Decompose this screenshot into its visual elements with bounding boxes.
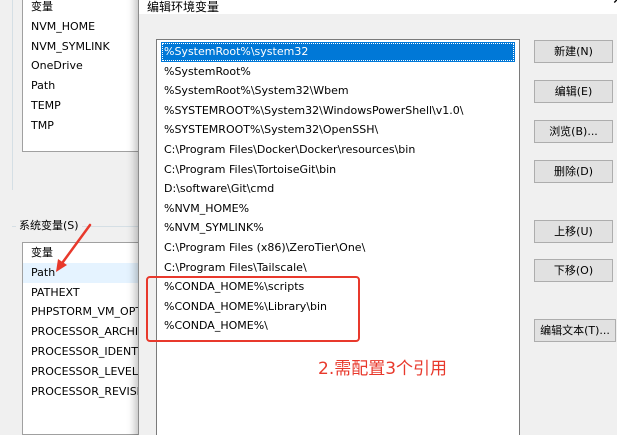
move-down-button[interactable]: 下移(O) (534, 259, 613, 282)
path-entry[interactable]: D:\software\Git\cmd (161, 179, 515, 199)
path-entry-selected[interactable]: %SystemRoot%\system32 (161, 42, 515, 62)
annotation-arrow-icon (56, 223, 92, 272)
edit-text-button[interactable]: 编辑文本(T)... (534, 319, 616, 342)
new-button[interactable]: 新建(N) (534, 40, 613, 63)
path-entry[interactable]: C:\Program Files\Tailscale\ (161, 258, 515, 278)
path-entry[interactable]: C:\Program Files (x86)\ZeroTier\One\ (161, 238, 515, 258)
close-icon[interactable]: ✕ (612, 0, 617, 8)
path-entry[interactable]: %SystemRoot% (161, 62, 515, 82)
annotation-note: 2.需配置3个引用 (318, 359, 448, 379)
dialog-titlebar[interactable]: 编辑环境变量 ✕ (139, 0, 617, 14)
conda-paths-highlight (146, 276, 360, 342)
path-entry[interactable]: C:\Program Files\TortoiseGit\bin (161, 160, 515, 180)
path-entry[interactable]: %SystemRoot%\System32\Wbem (161, 81, 515, 101)
path-entry[interactable]: %NVM_HOME% (161, 199, 515, 219)
dialog-title: 编辑环境变量 (147, 0, 220, 14)
delete-button[interactable]: 删除(D) (534, 160, 613, 183)
move-up-button[interactable]: 上移(U) (534, 220, 613, 243)
groupbox-border (12, 0, 13, 190)
path-entry[interactable]: %SYSTEMROOT%\System32\OpenSSH\ (161, 120, 515, 140)
path-entry[interactable]: %SYSTEMROOT%\System32\WindowsPowerShell\… (161, 101, 515, 121)
environment-variables-window: 变量 NVM_HOME NVM_SYMLINK OneDrive Path TE… (0, 0, 162, 435)
edit-button[interactable]: 编辑(E) (534, 80, 613, 103)
path-entry[interactable]: C:\Program Files\Docker\Docker\resources… (161, 140, 515, 160)
path-entry[interactable]: %NVM_SYMLINK% (161, 218, 515, 238)
browse-button[interactable]: 浏览(B)... (534, 120, 613, 143)
